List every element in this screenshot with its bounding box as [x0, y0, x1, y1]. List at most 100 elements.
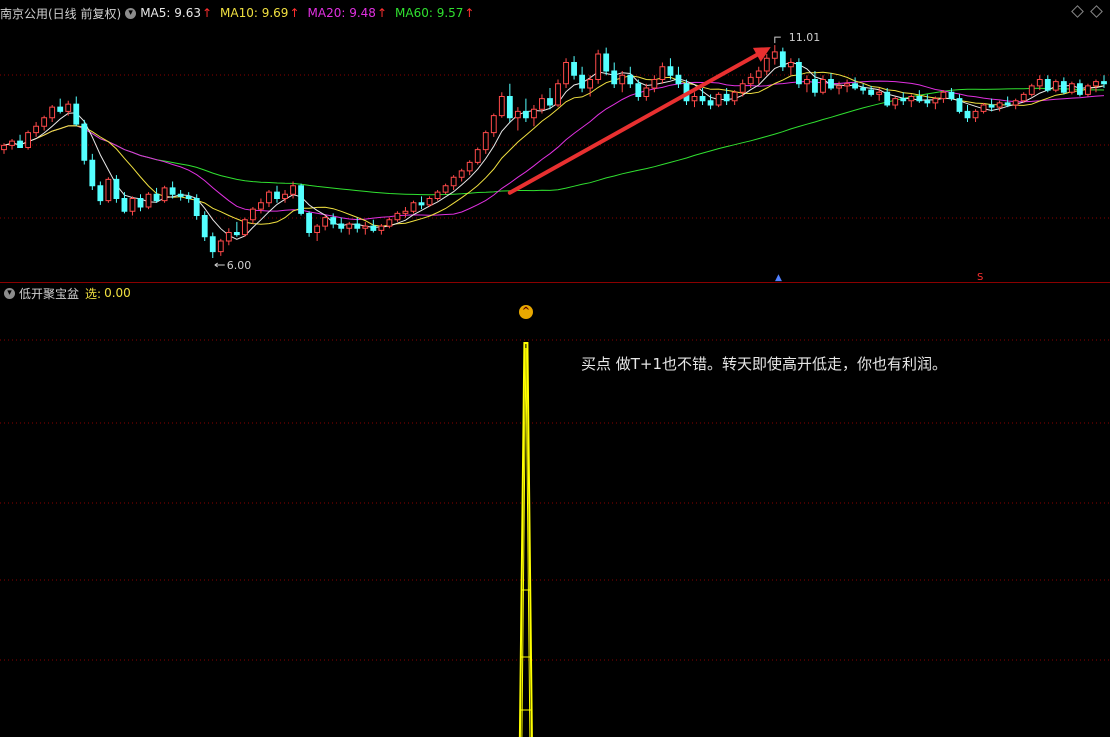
candle-body [241, 219, 248, 236]
candle-body [571, 62, 577, 76]
candle-body [884, 91, 891, 106]
candle-body [908, 96, 915, 102]
candle-body [747, 76, 754, 85]
candle-body [386, 219, 393, 227]
candle-body [225, 232, 232, 242]
candle-body [450, 176, 457, 187]
candle-body [290, 185, 296, 195]
candle-body [627, 74, 634, 85]
candle-body [1028, 85, 1035, 95]
candle-body [675, 74, 682, 85]
candle-body [514, 110, 521, 119]
indicator-header: ▾ 低开聚宝盆 选: 0.00 [0, 286, 131, 301]
candle-body [1060, 81, 1067, 93]
candle-body [177, 193, 184, 197]
candle-body [73, 103, 80, 125]
candle-body [402, 210, 409, 214]
candle-body [169, 187, 176, 195]
candle-body [1044, 79, 1051, 91]
candle-body [1012, 100, 1019, 106]
candle-body [474, 149, 481, 163]
candle-body [1036, 79, 1043, 87]
candle-body [619, 74, 626, 85]
candle-body [185, 195, 192, 199]
candle-body [161, 187, 168, 202]
indicator-name: 低开聚宝盆 [19, 286, 80, 301]
candle-body [763, 57, 770, 72]
candle-body [539, 98, 545, 110]
candle-body [65, 103, 72, 112]
ma5-label: MA5: 9.63 [140, 6, 201, 20]
candle-body [201, 215, 208, 238]
candle-body [972, 110, 979, 119]
candle-body [1020, 93, 1027, 102]
settings-dropdown-icon[interactable]: ▾ [125, 7, 137, 19]
candle-body [482, 132, 489, 151]
candle-body [249, 208, 256, 221]
candle-body [940, 91, 947, 100]
candle-body [354, 223, 361, 229]
candle-body [1068, 83, 1075, 93]
select-value: 0.00 [104, 286, 131, 300]
candle-body [787, 62, 794, 68]
candle-body [129, 198, 136, 212]
candle-body [980, 104, 987, 112]
indicator-dropdown-icon[interactable]: ▾ [4, 287, 15, 299]
candle-body [266, 191, 272, 204]
candle-body [707, 100, 714, 106]
candle-body [900, 98, 907, 102]
select-label: 选: [85, 286, 102, 301]
high-leader [774, 36, 781, 44]
candle-body [699, 96, 706, 102]
candle-body [852, 83, 859, 89]
candle-body [795, 62, 802, 85]
candle-body [948, 91, 955, 100]
candle-body [410, 202, 417, 212]
candle-body [932, 98, 939, 104]
candle-body [442, 185, 449, 193]
ma60-label: MA60: 9.57 [395, 6, 464, 20]
candle-body [153, 193, 160, 202]
candle-body [1085, 85, 1091, 95]
candle-body [635, 83, 642, 97]
candle-body [57, 106, 64, 112]
candle-body [306, 212, 313, 233]
candle-body [233, 232, 240, 236]
candle-body [804, 79, 810, 85]
ma60-path [3, 87, 1105, 196]
candle-body [81, 123, 88, 161]
candle-body [506, 96, 513, 119]
candle-body [579, 74, 586, 89]
candle-body [876, 91, 883, 95]
candle-body [820, 79, 826, 93]
trend-arrow [507, 47, 771, 195]
candle-body [458, 170, 465, 178]
candle-body [274, 191, 280, 199]
candle-body [611, 70, 618, 85]
candle-body [771, 51, 778, 59]
candle-body [418, 202, 425, 206]
low-price-label: 6.00 [227, 259, 252, 272]
candle-body [121, 198, 128, 212]
candle-body [370, 225, 377, 231]
candle-body [490, 115, 497, 134]
candle-body [563, 62, 569, 85]
signal-annotation: 买点 做T+1也不错。转天即使高开低走，你也有利润。 [581, 355, 948, 373]
candle-body [1004, 102, 1011, 106]
candle-body [531, 108, 537, 119]
candle-body [258, 202, 264, 210]
candle-body [892, 98, 899, 106]
low-leader [214, 262, 225, 268]
candle-body [434, 191, 441, 199]
candle-body [996, 102, 1003, 108]
candle-body [755, 70, 762, 78]
ma10-line [3, 71, 1105, 227]
candle-body [667, 66, 674, 76]
candle-body [362, 225, 369, 229]
candle-body [522, 110, 529, 119]
candle-body [1052, 81, 1059, 91]
signal-spike [518, 342, 533, 737]
candle-body [547, 98, 553, 106]
candle-body [282, 193, 288, 199]
candle-body [659, 66, 666, 80]
